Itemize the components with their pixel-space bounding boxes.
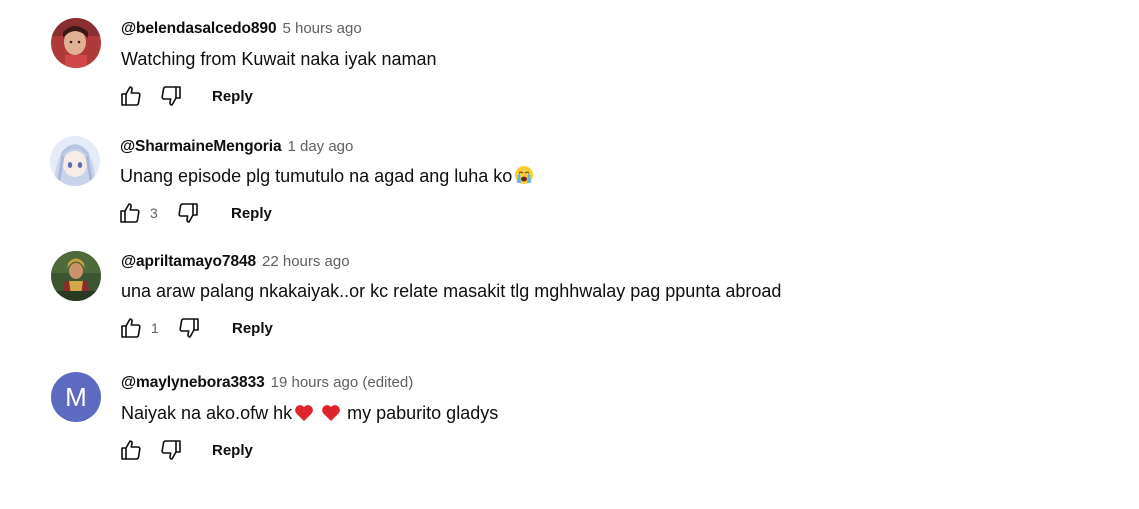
avatar-letter: M xyxy=(51,372,101,422)
avatar[interactable] xyxy=(50,136,100,186)
comment-header: @apriltamayo7848 22 hours ago xyxy=(121,252,350,272)
comment-header: @SharmaineMengoria 1 day ago xyxy=(120,137,353,157)
like-button[interactable] xyxy=(118,437,144,463)
reply-button[interactable]: Reply xyxy=(212,442,253,459)
avatar[interactable] xyxy=(51,251,101,301)
author-name[interactable]: @maylynebora3833 xyxy=(121,374,265,391)
dislike-button[interactable] xyxy=(176,315,202,341)
loudly-crying-face-emoji xyxy=(514,165,534,191)
comment-actions: 3 Reply xyxy=(117,199,272,227)
comment-actions: 1 Reply xyxy=(118,314,273,342)
like-count: 3 xyxy=(150,205,158,221)
reply-button[interactable]: Reply xyxy=(232,320,273,337)
thumbs-down-icon xyxy=(161,86,181,106)
comment-header: @maylynebora3833 19 hours ago (edited) xyxy=(121,373,413,393)
author-name[interactable]: @SharmaineMengoria xyxy=(120,138,282,155)
red-heart-emoji xyxy=(294,404,314,428)
like-button[interactable] xyxy=(118,83,144,109)
thumbs-up-icon xyxy=(121,86,141,106)
like-button[interactable] xyxy=(117,200,143,226)
comment-time[interactable]: 22 hours ago xyxy=(262,253,350,270)
comment-text: Unang episode plg tumutulo na agad ang l… xyxy=(120,164,535,191)
like-count: 1 xyxy=(151,320,159,336)
dislike-button[interactable] xyxy=(158,437,184,463)
reply-button[interactable]: Reply xyxy=(212,88,253,105)
thumbs-up-icon xyxy=(121,318,141,338)
comment-time[interactable]: 5 hours ago xyxy=(282,20,361,37)
thumbs-up-icon xyxy=(121,440,141,460)
comment-text: Watching from Kuwait naka iyak naman xyxy=(121,49,437,69)
dislike-button[interactable] xyxy=(158,83,184,109)
avatar[interactable]: M xyxy=(51,372,101,422)
comment-actions: Reply xyxy=(118,82,253,110)
comment-text: una araw palang nkakaiyak..or kc relate … xyxy=(121,281,782,301)
author-name[interactable]: @apriltamayo7848 xyxy=(121,253,256,270)
author-name[interactable]: @belendasalcedo890 xyxy=(121,20,277,37)
like-button[interactable] xyxy=(118,315,144,341)
avatar[interactable] xyxy=(51,18,101,68)
comment-time[interactable]: 19 hours ago (edited) xyxy=(271,374,414,391)
comment-actions: Reply xyxy=(118,436,253,464)
comment-header: @belendasalcedo890 5 hours ago xyxy=(121,19,362,39)
thumbs-down-icon xyxy=(179,318,199,338)
comment-time[interactable]: 1 day ago xyxy=(287,138,353,155)
red-heart-emoji xyxy=(321,404,341,428)
comment-text-part: Naiyak na ako.ofw hk xyxy=(121,403,293,423)
comment-text-body: Unang episode plg tumutulo na agad ang l… xyxy=(120,166,513,186)
thumbs-down-icon xyxy=(161,440,181,460)
comment-text: Naiyak na ako.ofw hk my paburito gladys xyxy=(121,401,498,428)
comment-text-part: my paburito gladys xyxy=(347,403,499,423)
thumbs-down-icon xyxy=(178,203,198,223)
dislike-button[interactable] xyxy=(175,200,201,226)
thumbs-up-icon xyxy=(120,203,140,223)
reply-button[interactable]: Reply xyxy=(231,205,272,222)
